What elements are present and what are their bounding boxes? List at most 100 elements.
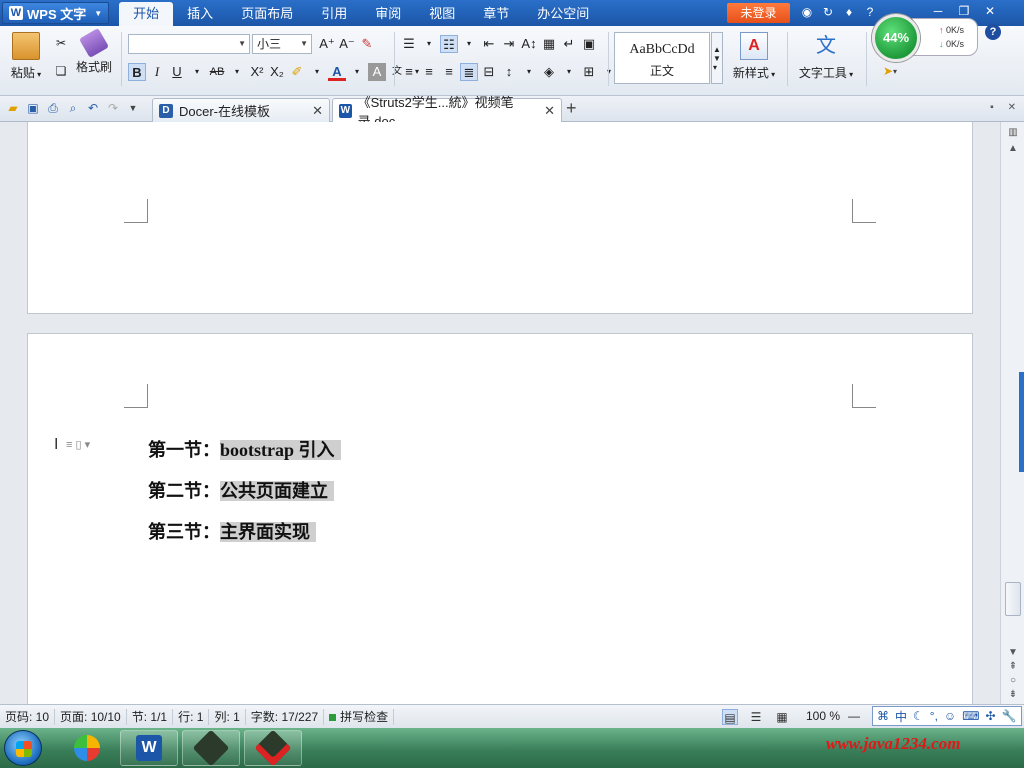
status-pages[interactable]: 页面: 10/10 [55, 708, 127, 725]
align-center-icon[interactable]: ≡ [420, 63, 438, 81]
underline-button[interactable]: U [168, 63, 186, 81]
italic-button[interactable]: I [148, 63, 166, 81]
login-button[interactable]: 未登录 [727, 3, 790, 23]
tab-docer[interactable]: D Docer-在线模板 ✕ [152, 98, 330, 122]
vertical-scrollbar[interactable]: ▥ ▲ ▼ ⇞ ○ ⇟ [1000, 122, 1024, 704]
spell-check-toggle[interactable]: 拼写检查 [324, 708, 395, 725]
menu-tab-references[interactable]: 引用 [307, 2, 361, 26]
bullet-list-icon[interactable]: ☰ [400, 35, 418, 53]
menu-tab-page-layout[interactable]: 页面布局 [227, 2, 307, 26]
web-view-icon[interactable]: ▦ [774, 709, 790, 725]
clear-format-icon[interactable]: ✎ [358, 35, 376, 53]
ime-punctuation-icon[interactable]: °, [930, 709, 938, 723]
close-icon[interactable]: ✕ [312, 103, 323, 119]
chevron-down-icon[interactable]: ▾ [460, 35, 478, 53]
scroll-up-icon[interactable]: ▲ [1005, 142, 1021, 156]
grow-font-icon[interactable]: A⁺ [318, 35, 336, 53]
menu-tab-review[interactable]: 审阅 [361, 2, 415, 26]
paste-button[interactable]: 粘贴 ▾ [8, 32, 44, 81]
taskbar-app-4[interactable] [244, 729, 302, 767]
strikethrough-button[interactable]: AB [208, 63, 226, 81]
chevron-down-icon[interactable]: ▾ [188, 63, 206, 81]
borders-icon[interactable]: ⊞ [580, 63, 598, 81]
save-icon[interactable]: ▣ [26, 101, 40, 115]
close-icon[interactable]: ✕ [544, 103, 555, 119]
format-painter-button[interactable]: 格式刷 [74, 27, 114, 75]
next-page-icon[interactable]: ⇟ [1005, 688, 1021, 702]
shrink-font-icon[interactable]: A⁻ [338, 35, 356, 53]
refresh-icon[interactable]: ↻ [821, 4, 835, 20]
page-current[interactable]: I ≡ ▯ ▾ 第一节：bootstrap 引入 第二节：公共页面建立 第三节：… [27, 333, 973, 704]
undo-icon[interactable]: ↶ [86, 101, 100, 115]
app-menu-button[interactable]: W WPS 文字 ▼ [2, 2, 110, 24]
copy-icon[interactable]: ❏ [52, 62, 70, 80]
menu-tab-home[interactable]: 开始 [119, 2, 174, 26]
font-color-icon[interactable]: A [328, 63, 346, 81]
chevron-down-icon[interactable]: ▾ [420, 35, 438, 53]
open-folder-icon[interactable]: ▰ [6, 101, 20, 115]
start-button[interactable] [4, 730, 42, 766]
justify-icon[interactable]: ≣ [460, 63, 478, 81]
previous-page-icon[interactable]: ⇞ [1005, 660, 1021, 674]
menu-tab-office-space[interactable]: 办公空间 [523, 2, 603, 26]
chevron-down-icon[interactable]: ▾ [308, 63, 326, 81]
document-line[interactable]: 第三节：主界面实现 [148, 512, 316, 552]
ime-settings-icon[interactable]: ✣ [986, 709, 996, 723]
select-browse-icon[interactable]: ○ [1005, 674, 1021, 688]
new-style-button[interactable]: A 新样式 ▾ [728, 32, 780, 81]
ruler-toggle-icon[interactable]: ▥ [1005, 126, 1021, 140]
minimize-icon[interactable]: ─ [930, 4, 946, 18]
ime-keyboard-icon[interactable]: ⌨ [962, 709, 979, 723]
tab-restore-icon[interactable]: ▪ [990, 102, 994, 113]
numbered-list-icon[interactable]: ☷ [440, 35, 458, 53]
chevron-down-icon[interactable]: ▾ [228, 63, 246, 81]
ime-halfwidth-icon[interactable]: ☾ [913, 709, 924, 723]
tab-close-icon[interactable]: ✕ [1008, 102, 1016, 113]
shading-icon[interactable]: ◈ [540, 63, 558, 81]
tab-document[interactable]: W 《Struts2学生...統》视频笔录.doc ✕ [332, 95, 562, 129]
align-left-icon[interactable]: ≡ [400, 63, 418, 81]
chevron-down-icon[interactable]: ▾ [520, 63, 538, 81]
subscript-button[interactable]: X₂ [268, 63, 286, 81]
print-icon[interactable]: ⎙ [46, 101, 60, 115]
shirt-icon[interactable]: ♦ [842, 4, 856, 20]
highlight-icon[interactable]: ✐ [288, 63, 306, 81]
status-word-count[interactable]: 字数: 17/227 [246, 708, 325, 725]
redo-icon[interactable]: ↷ [106, 101, 120, 115]
document-area[interactable]: I ≡ ▯ ▾ 第一节：bootstrap 引入 第二节：公共页面建立 第三节：… [0, 122, 1000, 704]
menu-tab-chapter[interactable]: 章节 [469, 2, 523, 26]
outline-view-icon[interactable]: ☰ [748, 709, 764, 725]
font-name-select[interactable]: ▼ [128, 34, 250, 54]
increase-indent-icon[interactable]: ⇥ [500, 35, 518, 53]
zoom-out-icon[interactable]: — [848, 709, 860, 723]
superscript-button[interactable]: X² [248, 63, 266, 81]
distribute-icon[interactable]: ⊟ [480, 63, 498, 81]
memory-gauge[interactable]: 44% [872, 14, 920, 62]
document-line[interactable]: 第二节：公共页面建立 [148, 471, 334, 511]
font-size-select[interactable]: 小三 ▼ [252, 34, 312, 54]
style-gallery-normal[interactable]: AaBbCcDd 正文 [614, 32, 710, 84]
paragraph-layout-icon[interactable]: ≡ ▯ ▾ [66, 438, 90, 451]
close-icon[interactable]: ✕ [982, 4, 998, 18]
help-icon[interactable]: ? [863, 4, 877, 20]
new-tab-icon[interactable]: + [566, 98, 577, 119]
text-direction-icon[interactable]: A↕ [520, 35, 538, 53]
maximize-icon[interactable]: ❐ [956, 4, 972, 18]
align-right-icon[interactable]: ≡ [440, 63, 458, 81]
decrease-indent-icon[interactable]: ⇤ [480, 35, 498, 53]
cut-icon[interactable]: ✂ [52, 34, 70, 52]
select-pointer-icon[interactable]: ➤ ▾ [876, 62, 904, 80]
style-gallery-scroll[interactable]: ▲ ▼ ▾ [711, 32, 723, 84]
text-tools-button[interactable]: 文 文字工具 ▾ [794, 32, 858, 81]
menu-tab-view[interactable]: 视图 [415, 2, 469, 26]
skin-icon[interactable]: ◉ [800, 4, 814, 20]
ime-emoji-icon[interactable]: ☺ [944, 709, 956, 723]
ime-toolbar[interactable]: ⌘ 中 ☾ °, ☺ ⌨ ✣ 🔧 [872, 706, 1022, 726]
side-panel-handle[interactable] [1019, 372, 1024, 472]
scroll-down-icon[interactable]: ▼ [1005, 646, 1021, 660]
chevron-down-icon[interactable]: ▾ [348, 63, 366, 81]
menu-tab-insert[interactable]: 插入 [173, 2, 227, 26]
taskbar-app-multicolor[interactable] [58, 730, 116, 766]
print-preview-icon[interactable]: ⌕ [66, 101, 80, 115]
zoom-level[interactable]: 100 % [806, 709, 840, 723]
